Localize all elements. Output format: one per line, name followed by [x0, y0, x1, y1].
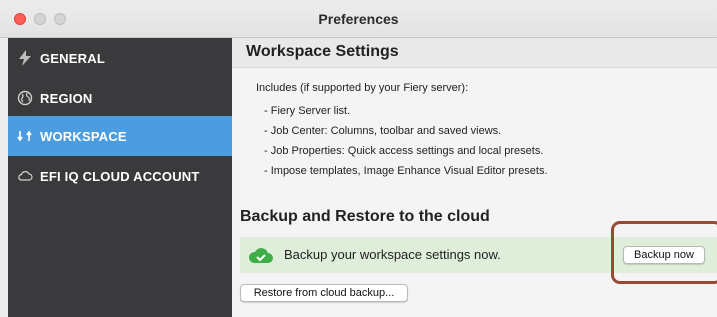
cloud-section-title: Backup and Restore to the cloud [240, 208, 490, 225]
cloud-check-icon [248, 245, 274, 265]
list-item: - Job Center: Columns, toolbar and saved… [264, 125, 502, 137]
highlight-annotation [611, 221, 717, 284]
list-item: - Job Properties: Quick access settings … [264, 145, 544, 157]
sidebar-item-label: GENERAL [40, 50, 105, 66]
sidebar-item-general[interactable]: GENERAL [8, 38, 232, 78]
list-item: - Impose templates, Image Enhance Visual… [264, 165, 548, 177]
sync-icon [16, 127, 34, 145]
backup-message: Backup your workspace settings now. [284, 247, 501, 262]
sidebar-item-efi-iq-cloud-account[interactable]: EFI IQ CLOUD ACCOUNT [8, 156, 232, 196]
preferences-window: Preferences GENERAL REGION WORKSPACE EFI… [0, 0, 717, 317]
sidebar-item-workspace[interactable]: WORKSPACE [8, 116, 232, 156]
lightning-icon [16, 49, 34, 67]
main-panel: Workspace Settings Includes (if supporte… [232, 38, 717, 317]
sidebar-item-label: EFI IQ CLOUD ACCOUNT [40, 168, 200, 184]
page-title: Workspace Settings [246, 43, 399, 60]
restore-from-cloud-button[interactable]: Restore from cloud backup... [240, 284, 408, 302]
list-item: - Fiery Server list. [264, 105, 351, 117]
sidebar-item-label: REGION [40, 90, 93, 106]
window-title: Preferences [318, 11, 399, 27]
sidebar-item-region[interactable]: REGION [8, 78, 232, 118]
section-header: Workspace Settings [232, 38, 717, 68]
intro-text: Includes (if supported by your Fiery ser… [256, 82, 469, 94]
title-bar: Preferences [0, 0, 717, 38]
cloud-icon [16, 167, 34, 185]
sidebar-item-label: WORKSPACE [40, 128, 127, 144]
sidebar: GENERAL REGION WORKSPACE EFI IQ CLOUD AC… [8, 38, 232, 317]
globe-icon [16, 89, 34, 107]
